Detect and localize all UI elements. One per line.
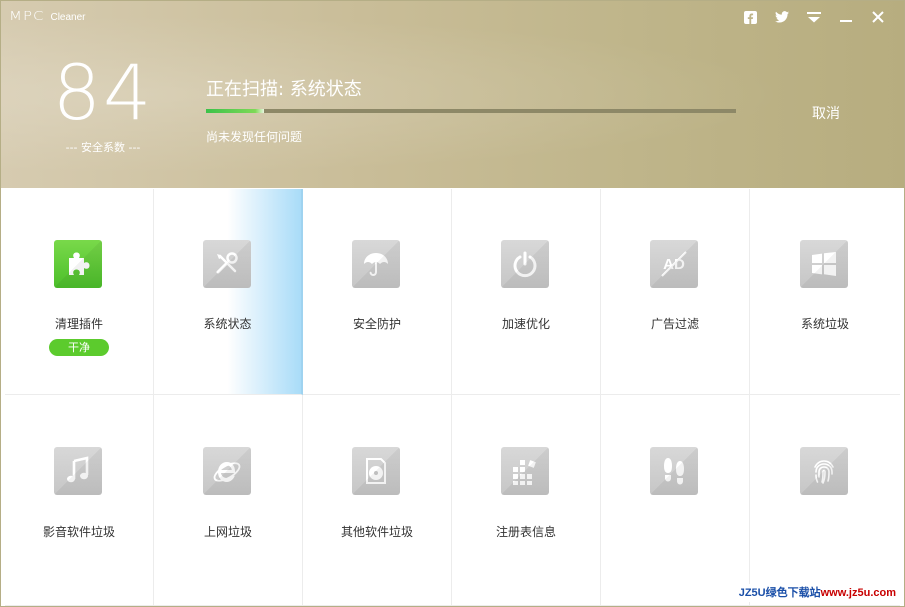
logo-mark: MPC — [9, 8, 45, 24]
cancel-button[interactable]: 取消 — [812, 103, 840, 123]
app-logo: MPC Cleaner — [9, 7, 86, 25]
minimize-button[interactable] — [830, 7, 862, 27]
status-badge: 干净 — [49, 339, 109, 356]
module-grid: 清理插件 干净 系统状态 安全防护 加速优化 AD 广告过滤 系统垃圾 影音软件… — [5, 189, 900, 606]
module-internet-junk[interactable]: 上网垃圾 — [154, 395, 303, 606]
module-registry[interactable]: 注册表信息 — [452, 395, 601, 606]
score-value: 84 — [52, 48, 154, 137]
module-label: 加速优化 — [501, 317, 550, 331]
menu-button[interactable] — [798, 7, 830, 27]
module-label: 清理插件 — [54, 317, 103, 331]
module-label: 其他软件垃圾 — [340, 525, 413, 539]
registry-icon — [501, 447, 549, 495]
ad-icon-text: AD — [663, 256, 685, 273]
power-icon — [501, 240, 549, 288]
header-panel: MPC Cleaner 84 --- 安全系数 --- 正在扫描: 系统状态 尚… — [1, 1, 904, 188]
scan-progress-bar — [206, 109, 736, 113]
module-plugin-cleanup[interactable]: 清理插件 干净 — [5, 189, 154, 395]
module-system-junk[interactable]: 系统垃圾 — [750, 189, 900, 395]
scan-title: 正在扫描: 系统状态 — [206, 79, 362, 100]
score-label: --- 安全系数 --- — [65, 141, 141, 154]
windows-icon — [800, 240, 848, 288]
menu-icon — [807, 12, 821, 23]
module-traces[interactable] — [601, 395, 750, 606]
fingerprint-icon — [800, 447, 848, 495]
facebook-icon — [743, 10, 757, 24]
ie-icon — [203, 447, 251, 495]
ad-block-icon: AD — [650, 240, 698, 288]
module-system-status[interactable]: 系统状态 — [154, 189, 303, 395]
module-label: 广告过滤 — [650, 317, 699, 331]
music-note-icon — [54, 447, 102, 495]
puzzle-icon — [54, 240, 102, 288]
tools-icon — [202, 240, 251, 288]
module-label: 系统垃圾 — [800, 317, 849, 331]
footprints-icon — [650, 447, 698, 495]
scan-status-text: 尚未发现任何问题 — [206, 130, 303, 144]
module-other-software-junk[interactable]: 其他软件垃圾 — [303, 395, 452, 606]
close-button[interactable] — [862, 7, 894, 27]
module-privacy[interactable] — [750, 395, 900, 606]
facebook-button[interactable] — [734, 7, 766, 27]
module-label: 影音软件垃圾 — [42, 525, 115, 539]
watermark-site-name: JZ5U绿色下载站 — [738, 587, 821, 599]
site-watermark: JZ5U绿色下载站www.jz5u.com — [734, 584, 900, 602]
module-security[interactable]: 安全防护 — [303, 189, 452, 395]
close-icon — [872, 11, 884, 23]
disc-icon — [352, 447, 400, 495]
umbrella-icon — [352, 240, 400, 288]
twitter-button[interactable] — [766, 7, 798, 27]
module-label: 系统状态 — [203, 317, 252, 331]
module-label: 安全防护 — [352, 317, 401, 331]
app-window: MPC Cleaner 84 --- 安全系数 --- 正在扫描: 系统状态 尚… — [0, 0, 905, 607]
scan-progress-fill — [206, 109, 265, 113]
watermark-url: www.jz5u.com — [820, 587, 896, 599]
module-speedup[interactable]: 加速优化 — [452, 189, 601, 395]
security-score: 84 --- 安全系数 --- — [47, 53, 159, 155]
module-ad-filter[interactable]: AD 广告过滤 — [601, 189, 750, 395]
minimize-icon — [840, 20, 852, 22]
window-controls — [734, 7, 894, 27]
twitter-icon — [775, 11, 789, 23]
module-label: 上网垃圾 — [203, 525, 252, 539]
logo-text: Cleaner — [50, 12, 86, 23]
module-label: 注册表信息 — [495, 525, 556, 539]
module-media-junk[interactable]: 影音软件垃圾 — [5, 395, 154, 606]
